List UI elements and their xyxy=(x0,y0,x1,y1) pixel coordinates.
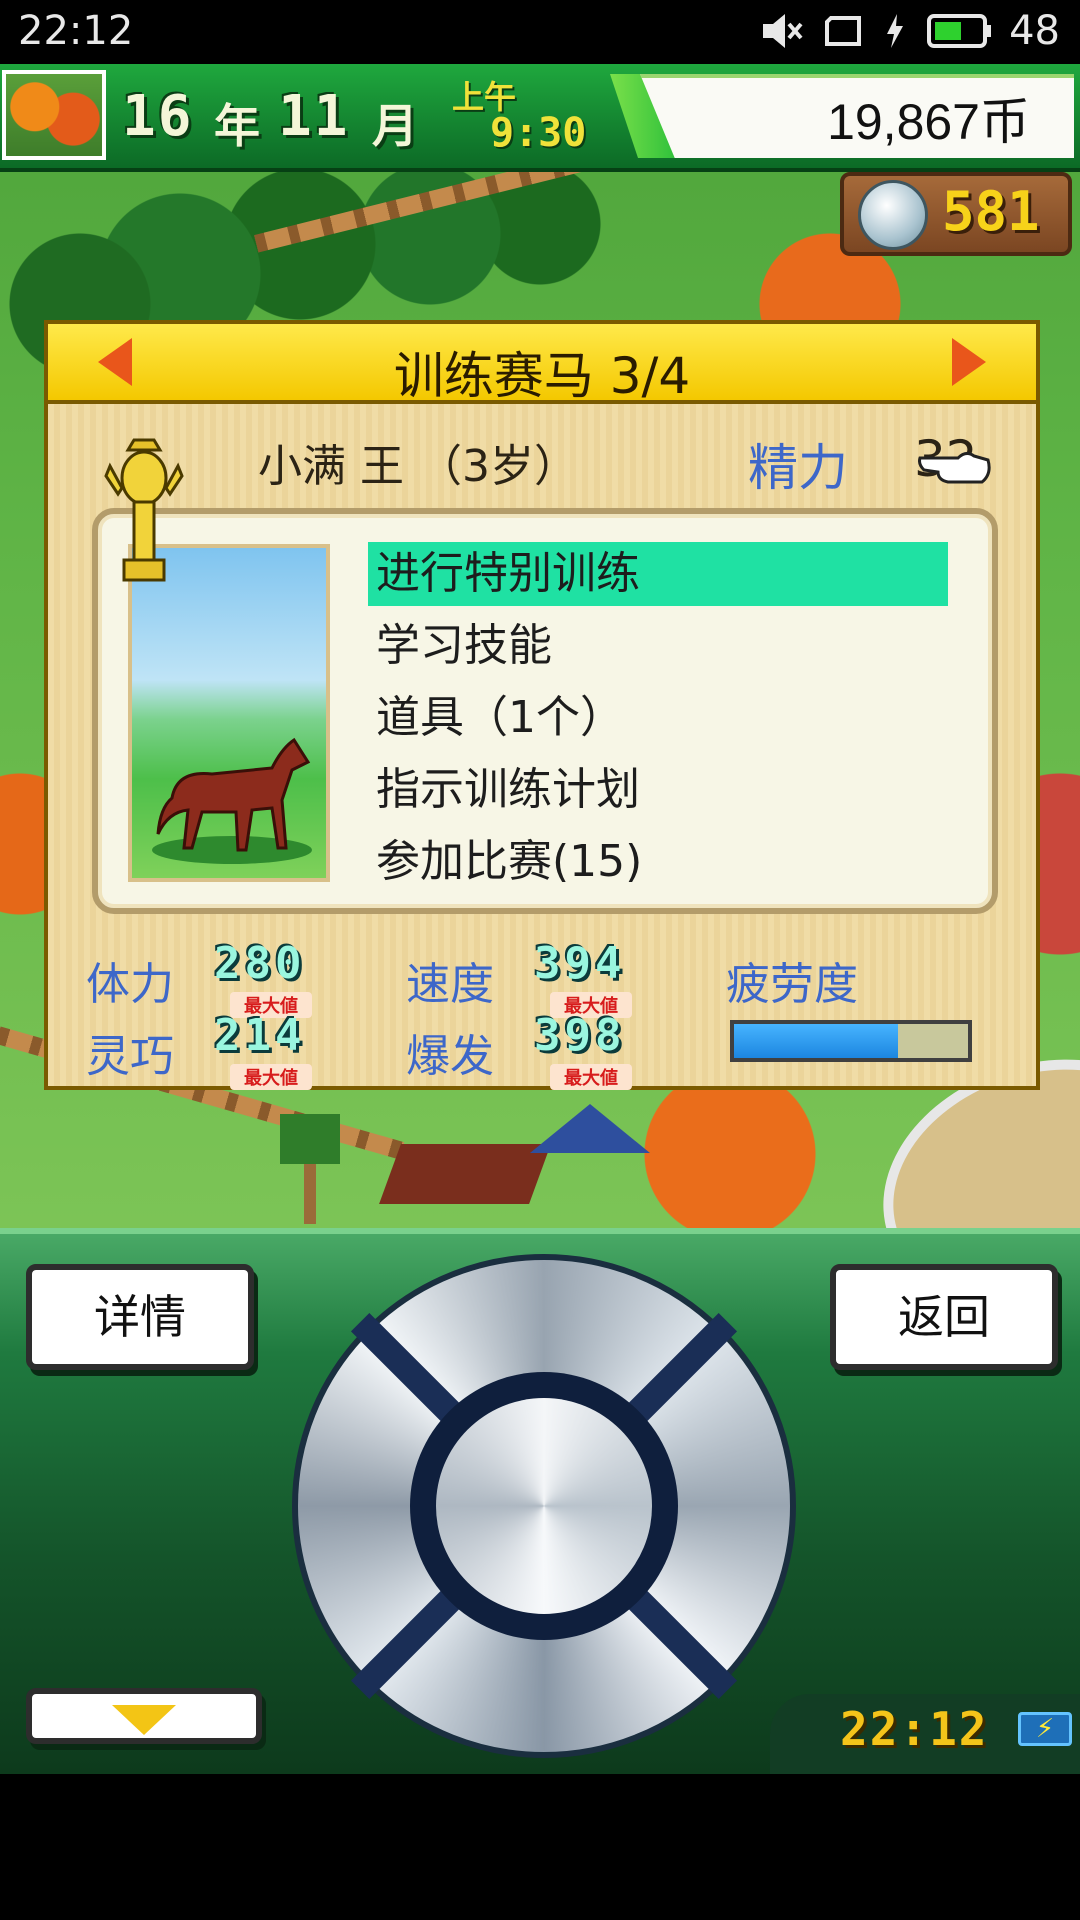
battery-icon xyxy=(927,14,992,48)
farm-thumbnail[interactable] xyxy=(2,70,106,160)
virtual-controller: 详情 返回 22:12 ⚡ xyxy=(0,1228,1080,1774)
energy-label: 精力 xyxy=(748,439,848,497)
year-unit: 年 xyxy=(214,99,260,153)
agility-label: 灵巧 xyxy=(86,1031,174,1082)
palm-tree xyxy=(280,1114,340,1224)
dialog-panel: 小满 王 （3岁） 精力 32 进行特别训练 学习技能 道具（1个） 指示训练计… xyxy=(44,404,1040,1090)
triangle-down-icon xyxy=(112,1704,176,1735)
dialog-title: 训练赛马 3/4 xyxy=(393,347,691,405)
top-info-bar: 16 年 11 月 上午 9:30 19,867币 xyxy=(0,64,1080,172)
hand-pointer-icon xyxy=(918,451,991,484)
horse-stats: 体力 280 最大値 速度 394 最大値 疲劳度 灵巧 214 最大値 爆发 … xyxy=(48,924,1044,1090)
trophy-icon xyxy=(104,438,184,582)
fatigue-label: 疲劳度 xyxy=(726,959,858,1010)
speed-label: 速度 xyxy=(406,959,494,1010)
controller-clock-box: 22:12 ⚡ xyxy=(770,1694,1080,1774)
detail-button[interactable]: 详情 xyxy=(26,1264,254,1370)
stable-building xyxy=(379,1144,551,1204)
battery-level: 48 xyxy=(1009,8,1060,54)
back-button[interactable]: 返回 xyxy=(830,1264,1058,1370)
burst-value: 398 xyxy=(534,1010,626,1061)
menu-item-learn-skill[interactable]: 学习技能 xyxy=(368,614,948,678)
game-clock: 9:30 xyxy=(490,110,587,156)
gazebo-building xyxy=(530,1104,650,1153)
training-menu: 进行特别训练 学习技能 道具（1个） 指示训练计划 参加比赛(15) xyxy=(368,542,948,902)
horse-name: 小满 王 （3岁） xyxy=(258,441,578,492)
medal-counter: 581 xyxy=(840,172,1072,256)
horse-image xyxy=(152,737,312,864)
fatigue-bar-fill xyxy=(734,1024,898,1058)
directional-pad[interactable] xyxy=(292,1254,796,1758)
dialog-title-bar: 训练赛马 3/4 xyxy=(44,320,1040,405)
menu-item-training-plan[interactable]: 指示训练计划 xyxy=(368,758,948,822)
agility-value: 214 xyxy=(214,1010,306,1061)
agility-max-tag: 最大値 xyxy=(230,1064,312,1090)
dpad-center-button[interactable] xyxy=(410,1372,678,1640)
menu-card: 进行特别训练 学习技能 道具（1个） 指示训练计划 参加比赛(15) xyxy=(92,508,998,914)
status-icons: 48 xyxy=(761,8,1060,54)
month-unit: 月 xyxy=(372,99,418,153)
menu-item-enter-race[interactable]: 参加比赛(15) xyxy=(368,830,948,894)
status-bar: 22:12 48 xyxy=(0,0,1080,64)
month-value: 11 xyxy=(278,84,350,149)
money-box: 19,867币 xyxy=(640,74,1074,158)
screen-rotate-icon xyxy=(825,16,862,46)
speed-value: 394 xyxy=(534,938,626,989)
horse-portrait xyxy=(128,544,330,882)
menu-item-special-training[interactable]: 进行特别训练 xyxy=(368,542,948,606)
dpad-center-cap xyxy=(436,1398,652,1614)
stamina-label: 体力 xyxy=(86,959,174,1010)
scroll-down-button[interactable] xyxy=(26,1688,262,1744)
stamina-value: 280 xyxy=(214,938,306,989)
charging-icon xyxy=(887,14,904,48)
horse-medal-icon xyxy=(858,180,928,250)
arrow-right-icon[interactable] xyxy=(952,338,986,386)
year-value: 16 xyxy=(122,84,194,149)
status-time: 22:12 xyxy=(18,8,134,54)
mute-icon xyxy=(763,14,803,48)
controller-clock: 22:12 xyxy=(840,1702,989,1756)
fatigue-bar xyxy=(730,1020,972,1062)
money-amount: 19,867币 xyxy=(827,94,1030,150)
burst-label: 爆发 xyxy=(406,1031,494,1082)
battery-charging-icon: ⚡ xyxy=(1018,1712,1072,1746)
medal-count: 581 xyxy=(942,180,1040,243)
menu-item-items[interactable]: 道具（1个） xyxy=(368,686,948,750)
burst-max-tag: 最大値 xyxy=(550,1064,632,1090)
